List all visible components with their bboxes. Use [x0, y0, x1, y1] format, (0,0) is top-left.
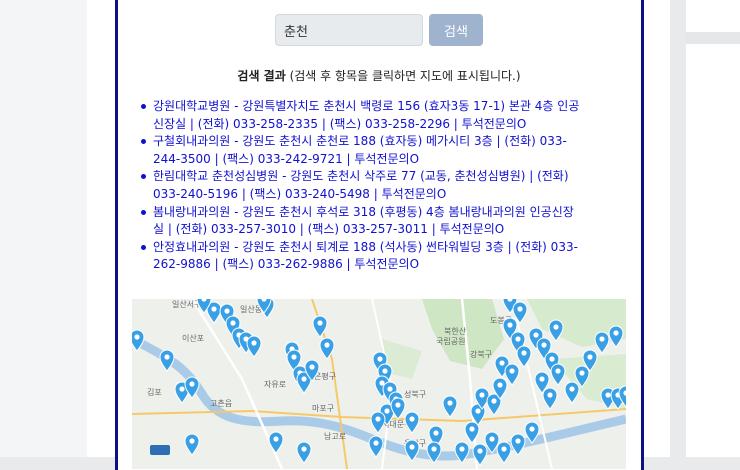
map-marker-dot: [477, 448, 483, 454]
map-marker-dot: [324, 342, 330, 348]
map-view[interactable]: 일산서구 일산동구 이산포 김포 고촌읍 자유로 은평구 마포구 성북구 북한산…: [132, 299, 626, 469]
map-marker-dot: [517, 306, 523, 312]
map-label: 고촌읍: [210, 399, 232, 408]
map-label: 성북구: [404, 390, 426, 399]
map-marker-dot: [164, 354, 170, 360]
map-marker-dot: [549, 356, 555, 362]
map-marker-dot: [301, 446, 307, 452]
map-marker-dot: [489, 436, 495, 442]
map-label: 이산포: [182, 333, 204, 343]
result-item-5[interactable]: 안정효내과의원 - 강원도 춘천시 퇴계로 188 (석사동) 썬타워빌딩 3층…: [141, 239, 627, 274]
map-marker-dot: [533, 332, 539, 338]
map-marker-dot: [587, 354, 593, 360]
map-label: 북한산: [444, 326, 467, 336]
map-marker-dot: [613, 330, 619, 336]
result-item-line: 구철회내과의원 - 강원도 춘천시 춘천로 188 (효자동) 메가시티 3층 …: [153, 134, 567, 149]
map-marker-dot: [539, 376, 545, 382]
map-marker-dot: [541, 342, 547, 348]
map-canvas[interactable]: 일산서구 일산동구 이산포 김포 고촌읍 자유로 은평구 마포구 성북구 북한산…: [132, 299, 626, 469]
map-marker-dot: [605, 392, 611, 398]
map-marker-dot: [384, 408, 390, 414]
map-marker-dot: [273, 436, 279, 442]
map-marker-dot: [409, 444, 415, 450]
map-marker-dot: [179, 386, 185, 392]
map-marker-dot: [447, 400, 453, 406]
map-marker-dot: [553, 324, 559, 330]
map-marker-dot: [501, 446, 507, 452]
map-marker-dot: [499, 360, 505, 366]
map-marker-dot: [375, 416, 381, 422]
result-item-line: 강원대학교병원 - 강원특별자치도 춘천시 백령로 156 (효자3동 17-1…: [153, 99, 580, 113]
map-label: 자유로: [264, 380, 286, 389]
map-marker-dot: [134, 334, 140, 340]
map-marker-dot: [579, 370, 585, 376]
map-marker-dot: [409, 416, 415, 422]
results-title: 검색 결과: [237, 69, 286, 83]
map-marker-dot: [569, 386, 575, 392]
result-item-2[interactable]: 구철회내과의원 - 강원도 춘천시 춘천로 188 (효자동) 메가시티 3층 …: [141, 133, 627, 168]
right-panel: [686, 0, 740, 457]
map-marker-dot: [479, 392, 485, 398]
map-marker-dot: [515, 336, 521, 342]
map-marker-dot: [431, 446, 437, 452]
results-hint: (검색 후 항목을 클릭하면 지도에 표시됩니다.): [285, 69, 521, 83]
map-marker-dot: [547, 392, 553, 398]
highway-shield: [150, 445, 170, 455]
map-marker-dot: [230, 320, 236, 326]
map-marker-dot: [395, 402, 401, 408]
map-label: 마포구: [312, 404, 334, 413]
results-list: 강원대학교병원 - 강원특별자치도 춘천시 백령로 156 (효자3동 17-1…: [141, 98, 627, 274]
result-item-line: 033-240-5196 | (팩스) 033-240-5498 | 투석전문의…: [153, 186, 447, 201]
right-panel-strip: [686, 32, 740, 44]
result-item-line: 신장실 | (전화) 033-258-2335 | (팩스) 033-258-2…: [153, 116, 527, 131]
map-marker-dot: [382, 368, 388, 374]
result-item-line: 안정효내과의원 - 강원도 춘천시 퇴계로 188 (석사동) 썬타워빌딩 3층…: [153, 239, 578, 254]
map-marker-dot: [529, 426, 535, 432]
map-label: 국립공원: [436, 337, 465, 346]
result-item-line: 한림대학교 춘천성심병원 - 강원도 춘천시 삭주로 77 (교동, 춘천성심병…: [153, 169, 569, 184]
map-marker-dot: [459, 446, 465, 452]
search-input[interactable]: [275, 14, 423, 46]
map-marker-dot: [251, 340, 257, 346]
map-marker-dot: [224, 308, 230, 314]
map-marker-dot: [433, 430, 439, 436]
map-marker-dot: [507, 322, 513, 328]
left-gutter: [0, 0, 87, 457]
result-item-line: 실 | (전화) 033-257-3010 | (팩스) 033-257-301…: [153, 222, 505, 237]
result-item-3[interactable]: 한림대학교 춘천성심병원 - 강원도 춘천시 삭주로 77 (교동, 춘천성심병…: [141, 168, 627, 203]
result-item-1[interactable]: 강원대학교병원 - 강원특별자치도 춘천시 백령로 156 (효자3동 17-1…: [141, 98, 627, 133]
map-label: 강북구: [470, 349, 492, 359]
result-item-line: 봄내랑내과의원 - 강원도 춘천시 후석로 318 (후평동) 4층 봄내랑내과…: [153, 204, 574, 219]
map-marker-dot: [515, 438, 521, 444]
map-marker-dot: [491, 398, 497, 404]
map-label: 남고로: [324, 432, 346, 441]
map-marker-dot: [599, 336, 605, 342]
map-label: 김포: [147, 387, 162, 397]
result-item-line: 244-3500 | (팩스) 033-242-9721 | 투석전문의O: [153, 151, 420, 166]
map-marker-dot: [377, 356, 383, 362]
map-marker-dot: [521, 350, 527, 356]
result-item-line: 262-9886 | (팩스) 033-262-9886 | 투석전문의O: [153, 257, 420, 272]
results-header: 검색 결과 (검색 후 항목을 클릭하면 지도에 표시됩니다.): [132, 67, 626, 84]
map-marker-dot: [373, 440, 379, 446]
map-marker-dot: [301, 376, 307, 382]
map-marker-dot: [189, 438, 195, 444]
map-marker-dot: [497, 382, 503, 388]
map-marker-dot: [475, 408, 481, 414]
map-marker-dot: [555, 368, 561, 374]
map-marker-dot: [309, 364, 315, 370]
map-marker-dot: [469, 426, 475, 432]
map-marker-dot: [509, 368, 515, 374]
result-item-4[interactable]: 봄내랑내과의원 - 강원도 춘천시 후석로 318 (후평동) 4층 봄내랑내과…: [141, 204, 627, 239]
map-marker-dot: [317, 320, 323, 326]
map-marker-dot: [189, 381, 195, 387]
map-marker-dot: [387, 386, 393, 392]
map-marker-dot: [291, 354, 297, 360]
map-marker-dot: [211, 306, 217, 312]
search-button[interactable]: 검색: [429, 14, 483, 46]
